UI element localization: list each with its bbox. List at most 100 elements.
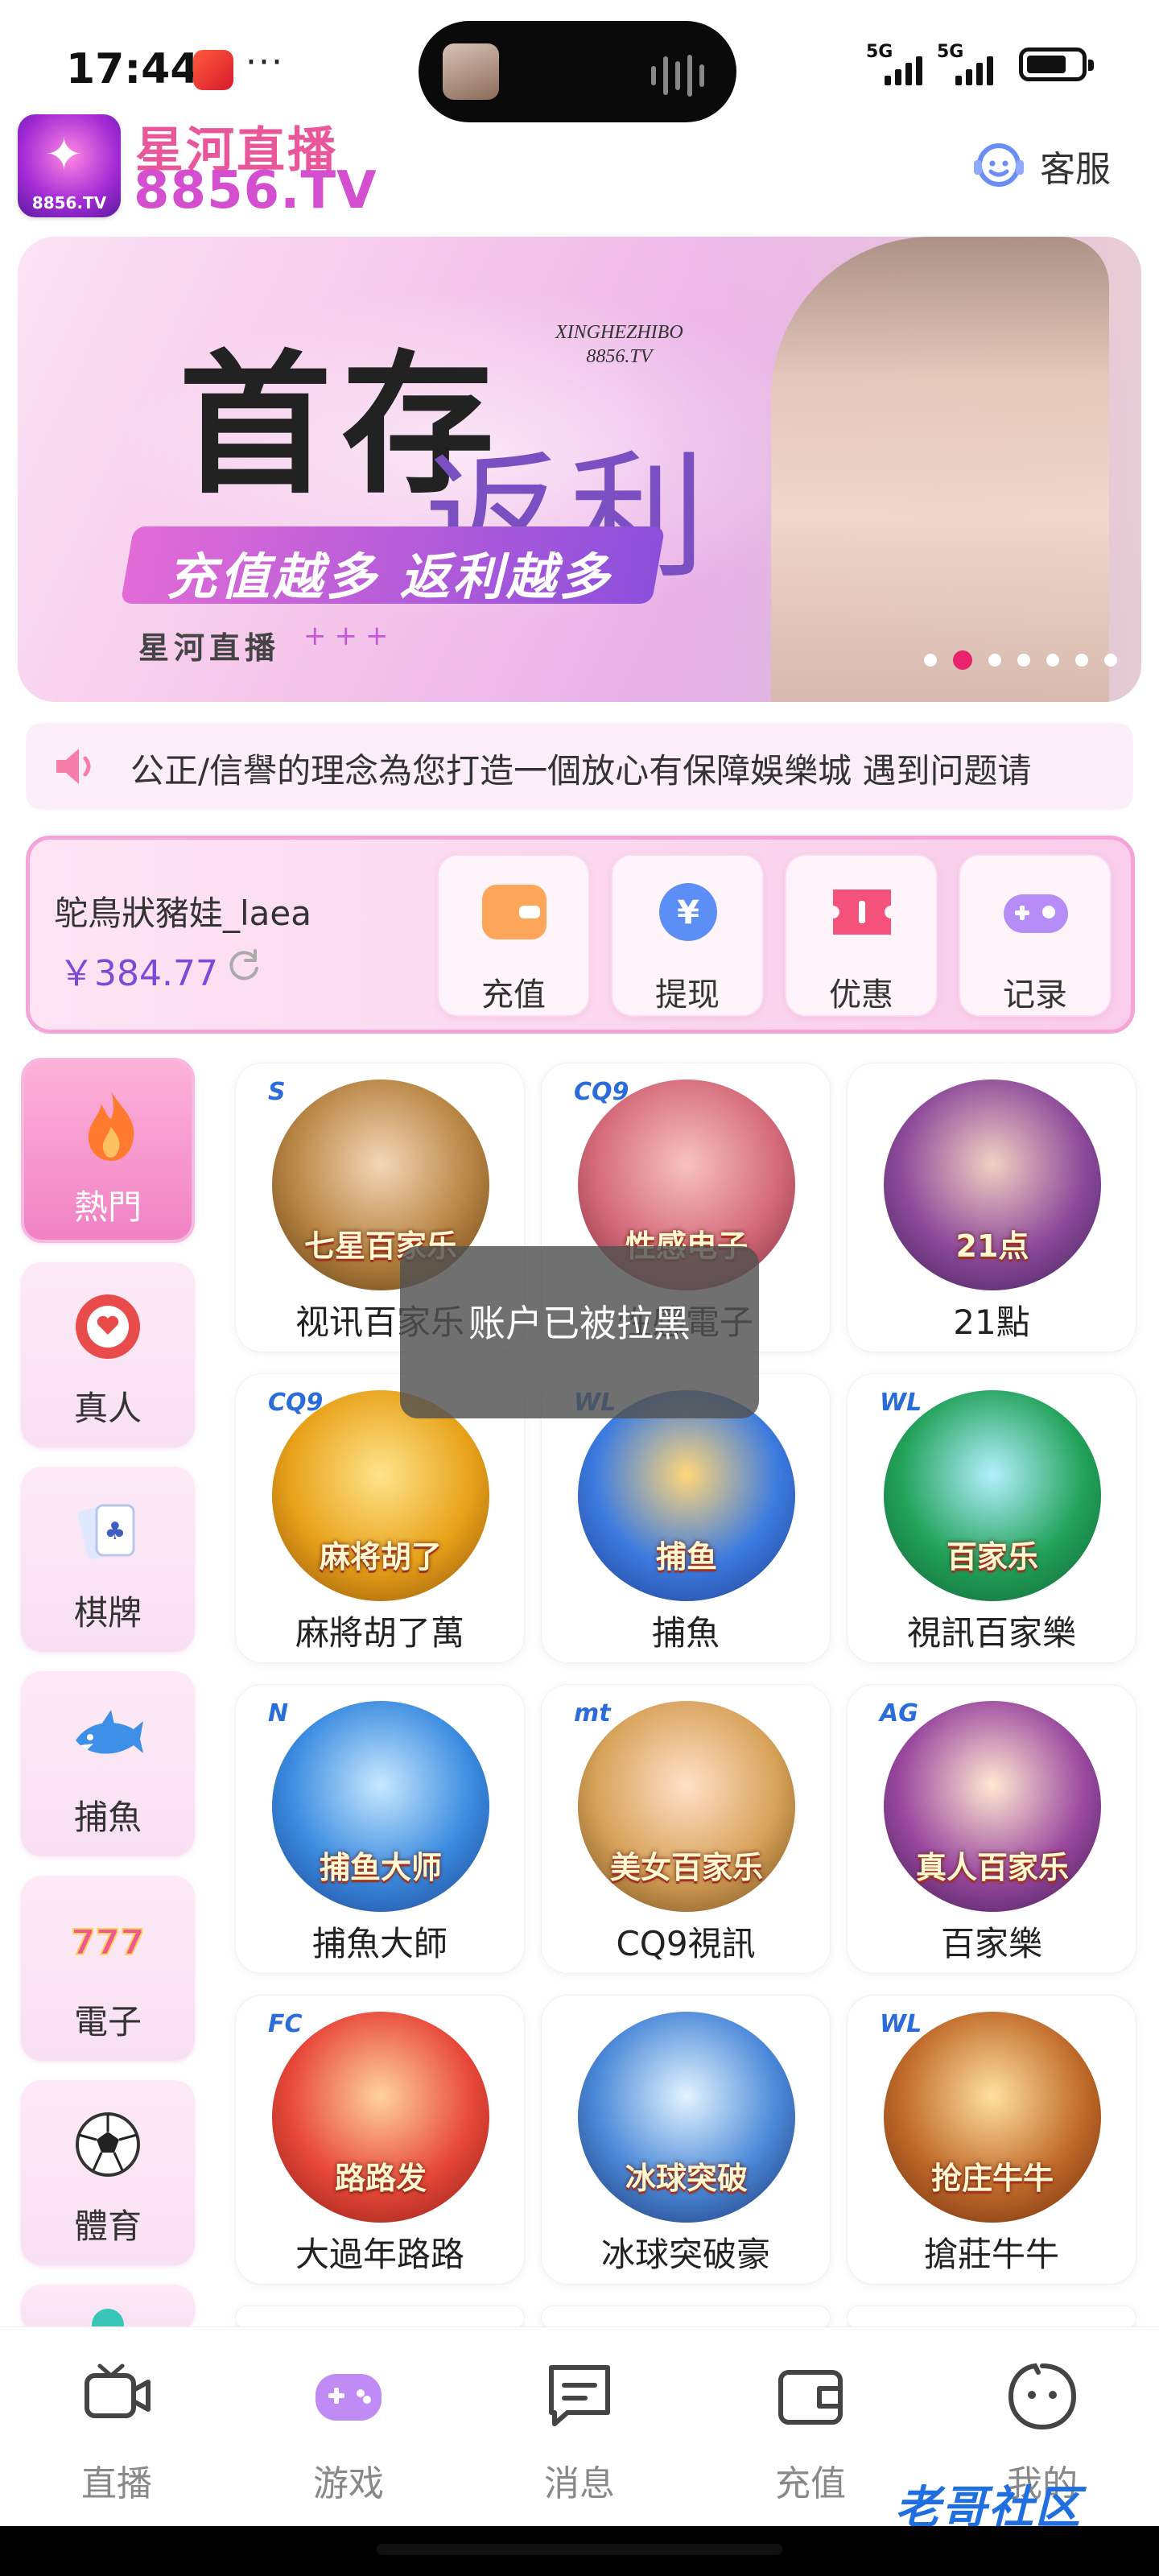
records-button[interactable]: 记录: [959, 854, 1112, 1017]
app-logo[interactable]: ✦ 8856.TV: [18, 114, 121, 217]
category-label: 真人: [73, 1389, 142, 1428]
gamepad-icon: [1004, 894, 1068, 933]
game-thumbnail: 麻将胡了: [272, 1390, 489, 1601]
refresh-icon[interactable]: [223, 944, 263, 985]
wallet-icon: [482, 885, 547, 939]
provider-logo: mt: [574, 1699, 611, 1728]
game-title: 麻將胡了萬: [295, 1613, 464, 1653]
carousel-dot[interactable]: [1017, 654, 1030, 667]
carousel-dot[interactable]: [953, 650, 972, 670]
nav-deposit[interactable]: 充值: [730, 2359, 891, 2512]
flame-icon: [89, 1092, 134, 1161]
wallet-icon: [778, 2370, 843, 2425]
slot-777-icon: 777: [70, 1922, 146, 1964]
game-title: CQ9視訊: [616, 1924, 756, 1963]
balance: ￥384.77: [59, 953, 218, 994]
provider-logo: FC: [268, 2010, 303, 2038]
provider-logo: S: [268, 1078, 286, 1106]
category-live[interactable]: 真人: [21, 1262, 195, 1447]
game-thumbnail-title: 真人百家乐: [915, 1850, 1069, 1885]
provider-logo: CQ9: [268, 1389, 324, 1417]
announcement-marquee[interactable]: 公正/信譽的理念為您打造一個放心有保障娛樂城 遇到问题请: [26, 723, 1133, 810]
provider-logo: WL: [880, 1389, 922, 1417]
banner-site: XINGHEZHIBO 8856.TV: [555, 322, 683, 367]
shark-icon: [76, 1710, 143, 1754]
audio-wave-icon: [651, 55, 704, 97]
carousel-dot[interactable]: [1046, 654, 1059, 667]
game-card[interactable]: 百家乐 WL 視訊百家樂: [847, 1373, 1136, 1663]
provider-logo: CQ9: [574, 1078, 629, 1106]
game-thumbnail: 路路发: [272, 2012, 489, 2223]
game-thumbnail: 美女百家乐: [578, 1701, 795, 1912]
game-thumbnail-title: 21点: [955, 1228, 1029, 1264]
message-icon: [549, 2365, 610, 2426]
status-indicators: 5G 5G: [866, 40, 1094, 89]
casino-chip-icon: [76, 1294, 140, 1359]
carousel-indicator[interactable]: [924, 650, 1117, 670]
carousel-dot[interactable]: [924, 654, 937, 667]
category-card-games[interactable]: ♣ 棋牌: [21, 1467, 195, 1652]
provider-logo: AG: [880, 1699, 918, 1728]
game-title: 搶莊牛牛: [923, 2235, 1059, 2274]
promo-banner[interactable]: 首存 返利 XINGHEZHIBO 8856.TV 充值越多 返利越多 星河直播…: [18, 237, 1141, 702]
promotions-button[interactable]: 优惠: [785, 854, 938, 1017]
game-thumbnail-title: 捕鱼: [655, 1539, 717, 1575]
banner-footer: 星河直播: [138, 630, 281, 666]
username: 鸵鳥狀豬娃_laea: [54, 894, 311, 933]
gamepad-icon: [316, 2374, 382, 2421]
category-sports[interactable]: 體育: [21, 2080, 195, 2265]
deposit-button[interactable]: 充值: [437, 854, 590, 1017]
withdraw-button[interactable]: ¥ 提现: [611, 854, 764, 1017]
status-bar: 17:44 ··· 5G 5G: [0, 0, 1159, 122]
category-hot[interactable]: 熱門: [21, 1058, 195, 1243]
marquee-text: 公正/信譽的理念為您打造一個放心有保障娛樂城 遇到问题请: [130, 751, 1032, 791]
category-fishing[interactable]: 捕魚: [21, 1671, 195, 1856]
nav-games[interactable]: 游戏: [268, 2359, 429, 2512]
game-card[interactable]: 美女百家乐 mt CQ9視訊: [541, 1684, 831, 1974]
category-more[interactable]: [21, 2285, 195, 2333]
svg-text:¥: ¥: [677, 894, 699, 931]
nav-messages[interactable]: 消息: [499, 2359, 660, 2512]
game-thumbnail: 21点: [884, 1080, 1101, 1290]
category-slots[interactable]: 777 電子: [21, 1876, 195, 2061]
game-card[interactable]: 路路发 FC 大過年路路: [235, 1995, 525, 2285]
game-card[interactable]: 真人百家乐 AG 百家樂: [847, 1684, 1136, 1974]
game-thumbnail-title: 麻将胡了: [319, 1539, 442, 1575]
nav-label: 消息: [544, 2463, 615, 2504]
toast-text: 账户已被拉黑: [468, 1302, 691, 1345]
nav-label: 游戏: [313, 2463, 384, 2504]
game-title: 捕魚大師: [311, 1924, 448, 1963]
game-title: 21點: [953, 1302, 1030, 1342]
category-label: 體育: [73, 2207, 142, 2246]
more-notifications-icon: ···: [245, 42, 284, 83]
media-thumbnail: [443, 43, 499, 100]
customer-service-icon: [974, 143, 1024, 187]
carousel-dot[interactable]: [1104, 654, 1117, 667]
game-title: 大過年路路: [295, 2235, 464, 2274]
game-thumbnail: 抢庄牛牛: [884, 2012, 1101, 2223]
home-indicator[interactable]: [377, 2544, 782, 2555]
game-thumbnail-title: 捕鱼大师: [319, 1850, 442, 1885]
banner-slogan: 充值越多 返利越多: [167, 547, 612, 606]
carousel-dot[interactable]: [1075, 654, 1088, 667]
battery-icon: [1019, 47, 1094, 81]
game-title: 捕魚: [651, 1613, 720, 1653]
category-label: 捕魚: [73, 1798, 142, 1837]
game-card[interactable]: 抢庄牛牛 WL 搶莊牛牛: [847, 1995, 1136, 2285]
game-card[interactable]: 捕鱼大师 N 捕魚大師: [235, 1684, 525, 1974]
game-thumbnail: 真人百家乐: [884, 1701, 1101, 1912]
customer-service-button[interactable]: 客服: [969, 134, 1111, 198]
cards-icon: ♣: [77, 1504, 135, 1559]
svg-text:777: 777: [71, 1922, 145, 1963]
game-card[interactable]: 21点 21點: [847, 1063, 1136, 1352]
video-camera-icon: [85, 2363, 151, 2418]
nav-live[interactable]: 直播: [36, 2359, 197, 2512]
provider-logo: N: [268, 1699, 289, 1728]
game-card[interactable]: 冰球突破 冰球突破豪: [541, 1995, 831, 2285]
game-thumbnail-title: 冰球突破: [625, 2161, 748, 2196]
deposit-label: 充值: [481, 976, 546, 1013]
game-title: 百家樂: [940, 1924, 1042, 1963]
game-thumbnail: 百家乐: [884, 1390, 1101, 1601]
category-label: 熱門: [73, 1187, 142, 1227]
carousel-dot[interactable]: [988, 654, 1001, 667]
